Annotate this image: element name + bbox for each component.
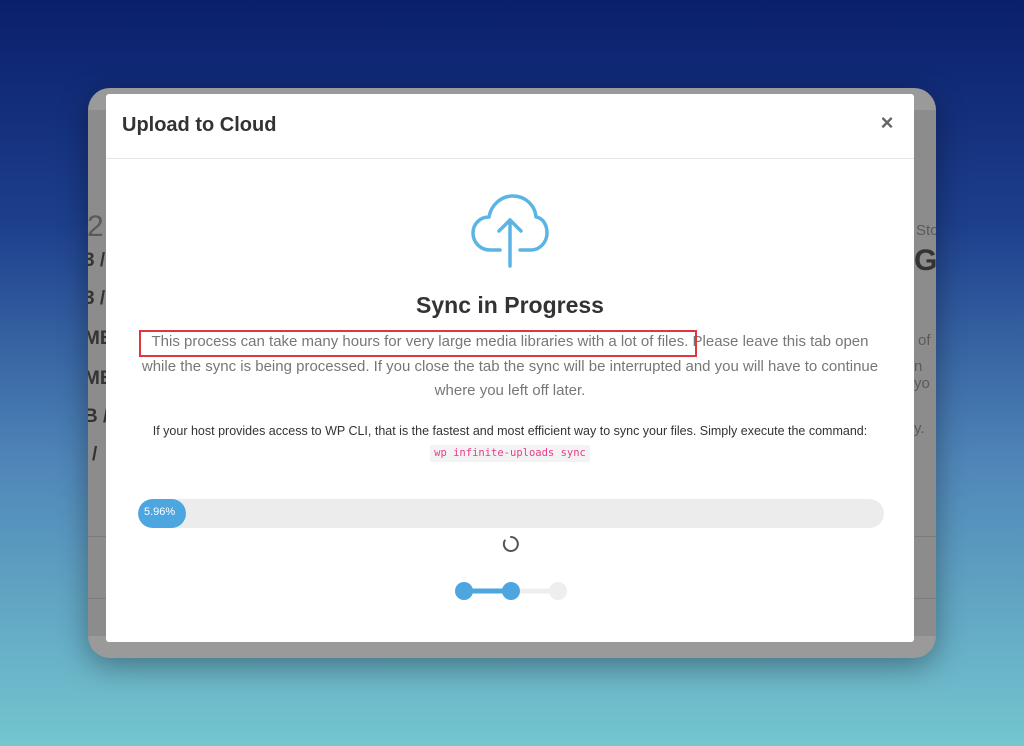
progress-label: 5.96%	[144, 506, 176, 518]
background-fragment: 3 /	[88, 250, 106, 271]
background-fragment: /	[92, 444, 98, 465]
close-button[interactable]: ×	[876, 112, 898, 134]
upload-modal: Upload to Cloud × Sync in Progress This …	[106, 94, 914, 642]
background-fragment: Sto	[916, 222, 936, 239]
step-dot	[455, 582, 473, 600]
background-fragment: GB	[914, 244, 936, 277]
cli-text: If your host provides access to WP CLI, …	[152, 424, 868, 438]
progress-bar: 5.96%	[138, 499, 884, 528]
cli-command: wp infinite-uploads sync	[430, 445, 590, 462]
highlight-box	[139, 330, 697, 357]
loading-spinner-icon	[502, 536, 519, 552]
step-dot	[549, 582, 567, 600]
background-fragment: n yo	[914, 358, 930, 392]
cli-instructions: If your host provides access to WP CLI, …	[126, 421, 894, 463]
step-dot	[502, 582, 520, 600]
modal-title: Upload to Cloud	[122, 114, 277, 136]
close-icon: ×	[880, 110, 894, 135]
modal-header: Upload to Cloud ×	[106, 94, 914, 159]
background-fragment: 3 /	[88, 288, 106, 309]
cloud-upload-icon	[471, 194, 549, 268]
background-fragment: of	[918, 332, 931, 349]
background-fragment: y.	[914, 420, 925, 437]
step-indicator	[455, 582, 567, 600]
background-fragment: 2	[88, 210, 104, 243]
progress-fill: 5.96%	[138, 499, 186, 528]
sync-heading: Sync in Progress	[416, 292, 604, 318]
